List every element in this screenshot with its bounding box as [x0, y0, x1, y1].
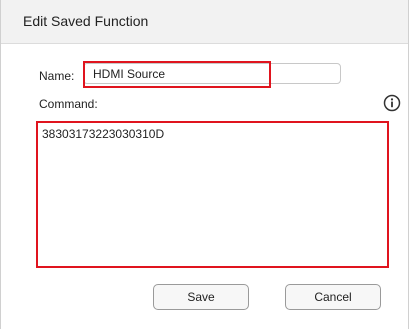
dialog-title: Edit Saved Function: [23, 13, 149, 29]
cancel-button[interactable]: Cancel: [285, 284, 381, 310]
info-icon[interactable]: [383, 94, 401, 112]
command-textarea[interactable]: 38303173223030310D: [36, 121, 389, 268]
dialog-titlebar: Edit Saved Function: [1, 0, 408, 44]
name-label: Name:: [39, 69, 75, 83]
edit-saved-function-dialog: Edit Saved Function Name: Command: 38303…: [0, 0, 409, 329]
name-input[interactable]: [83, 63, 341, 84]
info-circle-icon: [383, 94, 401, 112]
command-label: Command:: [39, 97, 98, 111]
save-button[interactable]: Save: [153, 284, 249, 310]
